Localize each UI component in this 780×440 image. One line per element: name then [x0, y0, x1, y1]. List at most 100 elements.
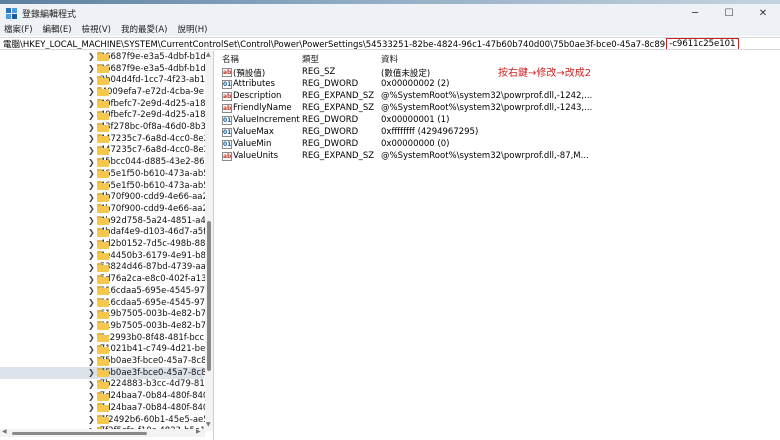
- expand-chevron-icon[interactable]: ❯: [88, 99, 95, 108]
- expand-chevron-icon[interactable]: ❯: [88, 321, 95, 330]
- tree-item[interactable]: ❯ 447235c7-6a8d-4cc0-8e2: [0, 133, 209, 145]
- scroll-up-arrow-icon[interactable]: ▲: [206, 51, 211, 58]
- values-pane[interactable]: 名稱 類型 資料 ab (預設值) REG_SZ (數值未設定) 01 Attribute…: [218, 51, 780, 440]
- tree-item[interactable]: ❯ 40fbefc7-2e9d-4d25-a18: [0, 110, 206, 122]
- expand-chevron-icon[interactable]: ❯: [88, 380, 95, 389]
- close-button[interactable]: ✕: [746, 4, 780, 22]
- key-tree-pane[interactable]: ❯ 36687f9e-e3a5-4dbf-b1d ❯ 36687f9e-e3a5-4d…: [0, 51, 214, 440]
- expand-chevron-icon[interactable]: ❯: [88, 263, 95, 272]
- expand-chevron-icon[interactable]: ❯: [88, 111, 95, 120]
- expand-chevron-icon[interactable]: ❯: [88, 392, 95, 401]
- tree-item[interactable]: ❯ 4b92d758-5a24-4851-a4: [0, 215, 206, 227]
- menu-help[interactable]: 說明(H): [177, 23, 207, 35]
- column-header-type[interactable]: 類型: [302, 53, 319, 65]
- expand-chevron-icon[interactable]: ❯: [88, 193, 95, 202]
- tree-item[interactable]: ❯ 43f278bc-0f8a-46d0-8b3: [0, 121, 206, 133]
- expand-chevron-icon[interactable]: ❯: [88, 251, 95, 260]
- expand-chevron-icon[interactable]: ❯: [88, 181, 95, 190]
- expand-chevron-icon[interactable]: ❯: [88, 64, 95, 73]
- expand-chevron-icon[interactable]: ❯: [88, 76, 95, 85]
- tree-item[interactable]: ❯ 36687f9e-e3a5-4dbf-b1d: [0, 63, 206, 75]
- tree-item[interactable]: ❯ 45bcc044-d885-43e2-860: [0, 156, 210, 168]
- value-row[interactable]: 01 ValueIncrement REG_DWORD 0x00000001 (1): [218, 115, 778, 127]
- value-name: Attributes: [233, 79, 275, 89]
- tree-vertical-scrollbar[interactable]: ▲ ▼: [205, 51, 213, 431]
- expand-chevron-icon[interactable]: ❯: [88, 169, 95, 178]
- tree-item[interactable]: ❯ 6c2993b0-8f48-481f-bcc: [0, 332, 204, 344]
- value-row[interactable]: ab FriendlyName REG_EXPAND_SZ @%SystemRoot%…: [218, 103, 778, 115]
- tree-horizontal-scroll-thumb[interactable]: [12, 432, 147, 435]
- expand-chevron-icon[interactable]: ❯: [88, 216, 95, 225]
- address-bar[interactable]: 電腦\HKEY_LOCAL_MACHINE\SYSTEM\CurrentCont…: [0, 37, 780, 50]
- expand-chevron-icon[interactable]: ❯: [88, 333, 95, 342]
- tree-item[interactable]: ❯ 4009efa7-e72d-4cba-9e: [0, 86, 204, 98]
- menu-view[interactable]: 檢視(V): [82, 23, 111, 35]
- value-row[interactable]: 01 ValueMin REG_DWORD 0x00000000 (0): [218, 139, 778, 151]
- expand-chevron-icon[interactable]: ❯: [88, 403, 95, 412]
- tree-item-label: 4009efa7-e72d-4cba-9e: [101, 86, 204, 97]
- expand-chevron-icon[interactable]: ❯: [88, 146, 95, 155]
- expand-chevron-icon[interactable]: ❯: [88, 275, 95, 284]
- expand-chevron-icon[interactable]: ❯: [88, 240, 95, 249]
- tree-item[interactable]: ❯ 619b7505-003b-4e82-b7: [0, 320, 206, 332]
- tree-horizontal-scrollbar[interactable]: ◀ ▶: [0, 428, 205, 437]
- tree-item[interactable]: ❯ 619b7505-003b-4e82-b7: [0, 308, 206, 320]
- expand-chevron-icon[interactable]: ❯: [88, 357, 95, 366]
- menu-file[interactable]: 檔案(F): [4, 23, 33, 35]
- menu-edit[interactable]: 編輯(E): [43, 23, 72, 35]
- tree-item[interactable]: ❯ 3b04d4fd-1cc7-4f23-ab1: [0, 74, 205, 86]
- tree-item[interactable]: ❯ 7d24baa7-0b84-480f-840: [0, 390, 208, 402]
- address-path[interactable]: 電腦\HKEY_LOCAL_MACHINE\SYSTEM\CurrentCont…: [3, 38, 665, 50]
- expand-chevron-icon[interactable]: ❯: [88, 310, 95, 319]
- tree-item[interactable]: ❯ 7b224883-b3cc-4d79-819: [0, 379, 210, 391]
- column-header-data[interactable]: 資料: [381, 53, 398, 65]
- expand-chevron-icon[interactable]: ❯: [88, 286, 95, 295]
- tree-item[interactable]: ❯ 75b0ae3f-bce0-45a7-8c8: [0, 366, 207, 379]
- expand-chevron-icon[interactable]: ❯: [88, 204, 95, 213]
- column-header-name[interactable]: 名稱: [222, 53, 239, 65]
- scroll-right-arrow-icon[interactable]: ▶: [196, 428, 201, 435]
- minimize-button[interactable]: ─: [678, 4, 712, 22]
- expand-chevron-icon[interactable]: ❯: [88, 298, 95, 307]
- tree-item[interactable]: ❯ 4d2b0152-7d5c-498b-88: [0, 238, 205, 250]
- value-row[interactable]: ab Description REG_EXPAND_SZ @%SystemRoot%\…: [218, 91, 778, 103]
- expand-chevron-icon[interactable]: ❯: [88, 87, 95, 96]
- binary-value-icon: 01: [222, 116, 232, 125]
- tree-item[interactable]: ❯ 4b70f900-cdd9-4e66-aa2: [0, 191, 208, 203]
- expand-chevron-icon[interactable]: ❯: [88, 368, 95, 377]
- tree-item[interactable]: ❯ 36687f9e-e3a5-4dbf-b1d: [0, 51, 206, 63]
- value-row[interactable]: 01 ValueMax REG_DWORD 0xffffffff (429496729…: [218, 127, 778, 139]
- value-row[interactable]: 01 Attributes REG_DWORD 0x00000002 (2): [218, 79, 778, 91]
- value-type: REG_EXPAND_SZ: [302, 103, 375, 113]
- tree-vertical-scroll-thumb[interactable]: [207, 221, 211, 371]
- tree-item[interactable]: ❯ 465e1f50-b610-473a-ab5: [0, 168, 209, 180]
- tree-item[interactable]: ❯ 4bdaf4e9-d103-46d7-a5f: [0, 227, 206, 239]
- menu-favorites[interactable]: 我的最愛(A): [121, 23, 167, 35]
- expand-chevron-icon[interactable]: ❯: [88, 415, 95, 424]
- tree-item[interactable]: ❯ 616cdaa5-695e-4545-97a: [0, 297, 210, 309]
- tree-item[interactable]: ❯ 7d24baa7-0b84-480f-840: [0, 402, 208, 414]
- expand-chevron-icon[interactable]: ❯: [88, 52, 95, 61]
- scroll-left-arrow-icon[interactable]: ◀: [2, 428, 7, 435]
- value-type: REG_EXPAND_SZ: [302, 151, 375, 161]
- maximize-button[interactable]: ☐: [712, 4, 746, 22]
- tree-item[interactable]: ❯ 4b70f900-cdd9-4e66-aa2: [0, 203, 208, 215]
- tree-item[interactable]: ❯ 5d76a2ca-e8c0-402f-a13: [0, 273, 207, 285]
- expand-chevron-icon[interactable]: ❯: [88, 123, 95, 132]
- tree-item[interactable]: ❯ 40fbefc7-2e9d-4d25-a18: [0, 98, 206, 110]
- tree-item[interactable]: ❯ 53824d46-87bd-4739-aa: [0, 262, 206, 274]
- scroll-down-arrow-icon[interactable]: ▼: [206, 421, 211, 428]
- expand-chevron-icon[interactable]: ❯: [88, 158, 95, 167]
- expand-chevron-icon[interactable]: ❯: [88, 345, 95, 354]
- value-row[interactable]: ab ValueUnits REG_EXPAND_SZ @%SystemRoot%\s…: [218, 151, 778, 163]
- tree-item[interactable]: ❯ 7f2492b6-60b1-45e5-ae5: [0, 414, 209, 426]
- tree-item[interactable]: ❯ 4e4450b3-6179-4e91-b8: [0, 250, 206, 262]
- tree-item[interactable]: ❯ 616cdaa5-695e-4545-97a: [0, 285, 210, 297]
- tree-item[interactable]: ❯ 75b0ae3f-bce0-45a7-8c8: [0, 355, 207, 367]
- expand-chevron-icon[interactable]: ❯: [88, 228, 95, 237]
- tree-item[interactable]: ❯ 71021b41-c749-4d21-be: [0, 344, 205, 356]
- title-bar[interactable]: 登錄編輯程式 ─ ☐ ✕: [0, 4, 780, 22]
- expand-chevron-icon[interactable]: ❯: [88, 134, 95, 143]
- tree-item[interactable]: ❯ 465e1f50-b610-473a-ab5: [0, 180, 209, 192]
- tree-item[interactable]: ❯ 447235c7-6a8d-4cc0-8e2: [0, 145, 209, 157]
